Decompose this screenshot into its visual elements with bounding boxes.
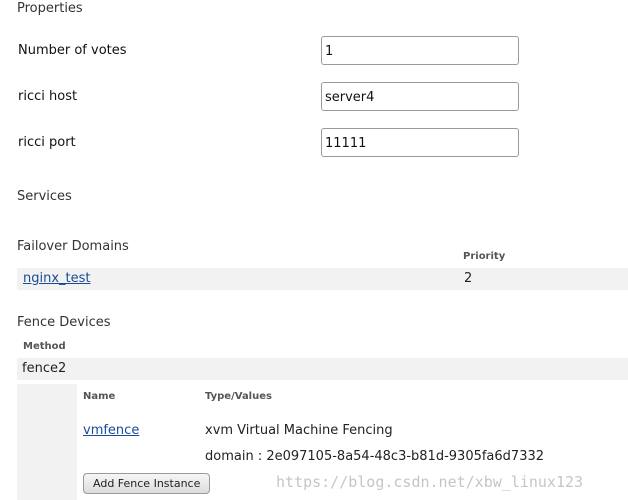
ricci-port-input[interactable]: [321, 128, 519, 157]
watermark-text: https://blog.csdn.net/xbw_linux123: [276, 473, 584, 491]
type-values-column-header: Type/Values: [205, 391, 272, 402]
add-fence-instance-button[interactable]: Add Fence Instance: [83, 473, 211, 494]
ricci-host-label: ricci host: [18, 89, 78, 104]
fence-instance-domain: domain : 2e097105-8a54-48c3-b81d-9305fa6…: [205, 449, 545, 464]
votes-label: Number of votes: [18, 43, 127, 58]
properties-heading: Properties: [17, 1, 83, 16]
fence-instance-type: xvm Virtual Machine Fencing: [205, 423, 393, 438]
ricci-port-label: ricci port: [18, 135, 76, 150]
priority-column-header: Priority: [463, 251, 506, 262]
name-column-header: Name: [83, 391, 116, 402]
fence-instance-link[interactable]: vmfence: [83, 423, 139, 438]
votes-input[interactable]: [321, 36, 519, 65]
fence-method-row: fence2: [17, 358, 628, 380]
method-column-header: Method: [23, 341, 66, 352]
fence-method-name: fence2: [22, 361, 67, 376]
services-heading: Services: [17, 189, 72, 204]
failover-domains-heading: Failover Domains: [17, 239, 129, 254]
failover-priority-value: 2: [464, 271, 473, 286]
fence-devices-heading: Fence Devices: [17, 315, 111, 330]
table-row: nginx_test 2: [17, 268, 628, 290]
failover-domain-link[interactable]: nginx_test: [23, 271, 91, 286]
ricci-host-input[interactable]: [321, 82, 519, 111]
